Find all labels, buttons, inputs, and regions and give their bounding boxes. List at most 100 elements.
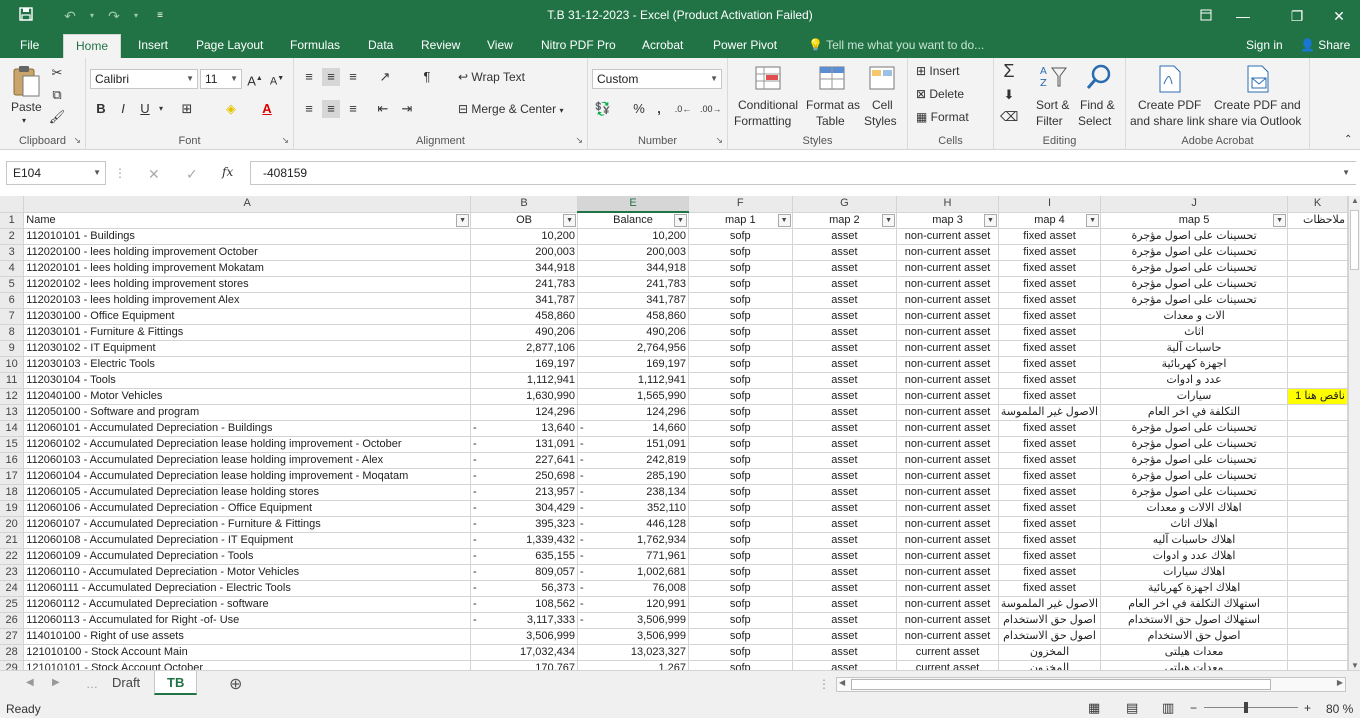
column-header-k[interactable]: K — [1287, 196, 1348, 213]
tab-file[interactable]: File — [18, 36, 41, 58]
scroll-down-icon[interactable]: ▼ — [1351, 661, 1359, 670]
row-header[interactable]: 22 — [0, 548, 25, 565]
column-header-h[interactable]: H — [896, 196, 999, 213]
cell-name[interactable]: 112060111 - Accumulated Depreciation - E… — [23, 580, 472, 597]
cell-name[interactable]: 112060109 - Accumulated Depreciation - T… — [23, 548, 472, 565]
pdf-outlook-label-1[interactable]: Create PDF and — [1214, 98, 1301, 112]
cell-map2[interactable]: asset — [792, 468, 898, 485]
cell-ob[interactable]: - 213,957 — [470, 484, 579, 501]
increase-indent-icon[interactable]: ⇥ — [398, 100, 416, 118]
format-painter-icon[interactable]: 🖌 — [48, 108, 66, 126]
cell-ob[interactable]: - 108,562 — [470, 596, 579, 613]
cell-notes[interactable] — [1287, 372, 1348, 389]
vertical-scroll-thumb[interactable] — [1350, 210, 1359, 270]
cell-map2[interactable]: asset — [792, 660, 898, 670]
cell-map1[interactable]: sofp — [688, 420, 793, 437]
cell-map1[interactable]: sofp — [688, 276, 793, 293]
cell-map3[interactable]: non-current asset — [896, 356, 999, 373]
cell-map1[interactable]: sofp — [688, 244, 793, 261]
cell-name[interactable]: 112040100 - Motor Vehicles — [23, 388, 472, 405]
cell-balance[interactable]: - 76,008 — [577, 580, 689, 597]
cell-map1[interactable]: sofp — [688, 228, 793, 245]
cell-map1[interactable]: sofp — [688, 644, 793, 661]
cell-map1[interactable]: sofp — [688, 388, 793, 405]
cell-notes[interactable] — [1287, 500, 1348, 517]
conditional-formatting-label-1[interactable]: Conditional — [738, 98, 798, 112]
cell-notes[interactable] — [1287, 596, 1348, 613]
share-button[interactable]: 👤 Share — [1298, 36, 1352, 58]
increase-font-icon[interactable]: A▲ — [246, 70, 264, 88]
autosum-icon[interactable]: Σ — [1000, 62, 1018, 80]
paste-dropdown-icon[interactable]: ▾ — [22, 116, 26, 125]
find-select-icon[interactable] — [1084, 62, 1114, 92]
clear-icon[interactable]: ⌫ — [1000, 108, 1018, 126]
filter-dropdown-icon[interactable]: ▼ — [1086, 213, 1100, 227]
close-button[interactable]: ✕ — [1316, 0, 1360, 32]
cell-map3[interactable]: non-current asset — [896, 372, 999, 389]
horizontal-scroll-thumb[interactable] — [851, 679, 1271, 690]
sign-in-link[interactable]: Sign in — [1244, 36, 1285, 58]
expand-formula-icon[interactable]: ▼ — [1342, 162, 1350, 184]
cell-map3[interactable]: non-current asset — [896, 548, 999, 565]
cell-map4[interactable]: المخزون — [998, 660, 1102, 670]
cell-balance[interactable]: - 1,002,681 — [577, 564, 689, 581]
pdf-outlook-label-2[interactable]: share via Outlook — [1208, 114, 1301, 128]
cell-name[interactable]: 112030104 - Tools — [23, 372, 472, 389]
cell-ob[interactable]: 124,296 — [470, 404, 579, 421]
row-header[interactable]: 14 — [0, 420, 25, 437]
cell-map5[interactable]: التكلفة في اخر العام — [1100, 404, 1289, 421]
cell-map4[interactable]: fixed asset — [998, 308, 1102, 325]
cell-balance[interactable]: 124,296 — [577, 404, 689, 421]
vertical-scrollbar[interactable]: ▲ ▼ — [1348, 196, 1360, 670]
row-header[interactable]: 5 — [0, 276, 25, 293]
decrease-font-icon[interactable]: A▼ — [268, 70, 286, 88]
row-header[interactable]: 7 — [0, 308, 25, 325]
cell-map1[interactable]: sofp — [688, 324, 793, 341]
row-header[interactable]: 15 — [0, 436, 25, 453]
cell-notes[interactable] — [1287, 324, 1348, 341]
cell-balance[interactable]: 344,918 — [577, 260, 689, 277]
cell-map3[interactable]: non-current asset — [896, 564, 999, 581]
cell-map1[interactable]: sofp — [688, 308, 793, 325]
cell-map4[interactable]: المخزون — [998, 644, 1102, 661]
scroll-up-icon[interactable]: ▲ — [1351, 196, 1359, 205]
cell-notes[interactable] — [1287, 436, 1348, 453]
cell-balance[interactable]: 2,764,956 — [577, 340, 689, 357]
decrease-indent-icon[interactable]: ⇤ — [374, 100, 392, 118]
row-header[interactable]: 17 — [0, 468, 25, 485]
cell-map2[interactable]: asset — [792, 564, 898, 581]
horizontal-scrollbar[interactable]: ◀ ▶ — [836, 677, 1346, 692]
filter-dropdown-icon[interactable]: ▼ — [1273, 213, 1287, 227]
cell-map3[interactable]: non-current asset — [896, 388, 999, 405]
cell-name[interactable]: 112060106 - Accumulated Depreciation - O… — [23, 500, 472, 517]
cell-ob[interactable]: - 304,429 — [470, 500, 579, 517]
cell-map2[interactable]: asset — [792, 388, 898, 405]
tab-data[interactable]: Data — [366, 36, 395, 58]
row-header[interactable]: 8 — [0, 324, 25, 341]
cell-name[interactable]: 112060108 - Accumulated Depreciation - I… — [23, 532, 472, 549]
cell-map5[interactable]: اهلاك حاسبات آليه — [1100, 532, 1289, 549]
cell-map5[interactable]: استهلاك التكلفة في اخر العام — [1100, 596, 1289, 613]
cell-balance[interactable]: - 285,190 — [577, 468, 689, 485]
cell-balance[interactable]: - 352,110 — [577, 500, 689, 517]
filter-dropdown-icon[interactable]: ▼ — [777, 213, 791, 227]
cell-map1[interactable]: sofp — [688, 484, 793, 501]
row-header[interactable]: 19 — [0, 500, 25, 517]
sort-filter-icon[interactable]: AZ — [1038, 62, 1068, 92]
cell-map3[interactable]: current asset — [896, 660, 999, 670]
cell-ob[interactable]: - 131,091 — [470, 436, 579, 453]
cell-balance[interactable]: 1,112,941 — [577, 372, 689, 389]
row-header[interactable]: 26 — [0, 612, 25, 629]
cell-ob[interactable]: - 395,323 — [470, 516, 579, 533]
cell-map5[interactable]: تحسينات على اصول مؤجرة — [1100, 420, 1289, 437]
cell-balance[interactable]: 13,023,327 — [577, 644, 689, 661]
cell-map4[interactable]: fixed asset — [998, 356, 1102, 373]
cell-map2[interactable]: asset — [792, 276, 898, 293]
pdf-outlook-icon[interactable] — [1242, 64, 1272, 94]
cell-map4[interactable]: اصول حق الاستخدام — [998, 628, 1102, 645]
cell-map5[interactable]: معدات هيلتى — [1100, 644, 1289, 661]
font-launcher-icon[interactable]: ↘ — [281, 135, 289, 146]
cell-map1[interactable]: sofp — [688, 260, 793, 277]
row-header[interactable]: 21 — [0, 532, 25, 549]
select-all-corner[interactable] — [0, 196, 25, 213]
